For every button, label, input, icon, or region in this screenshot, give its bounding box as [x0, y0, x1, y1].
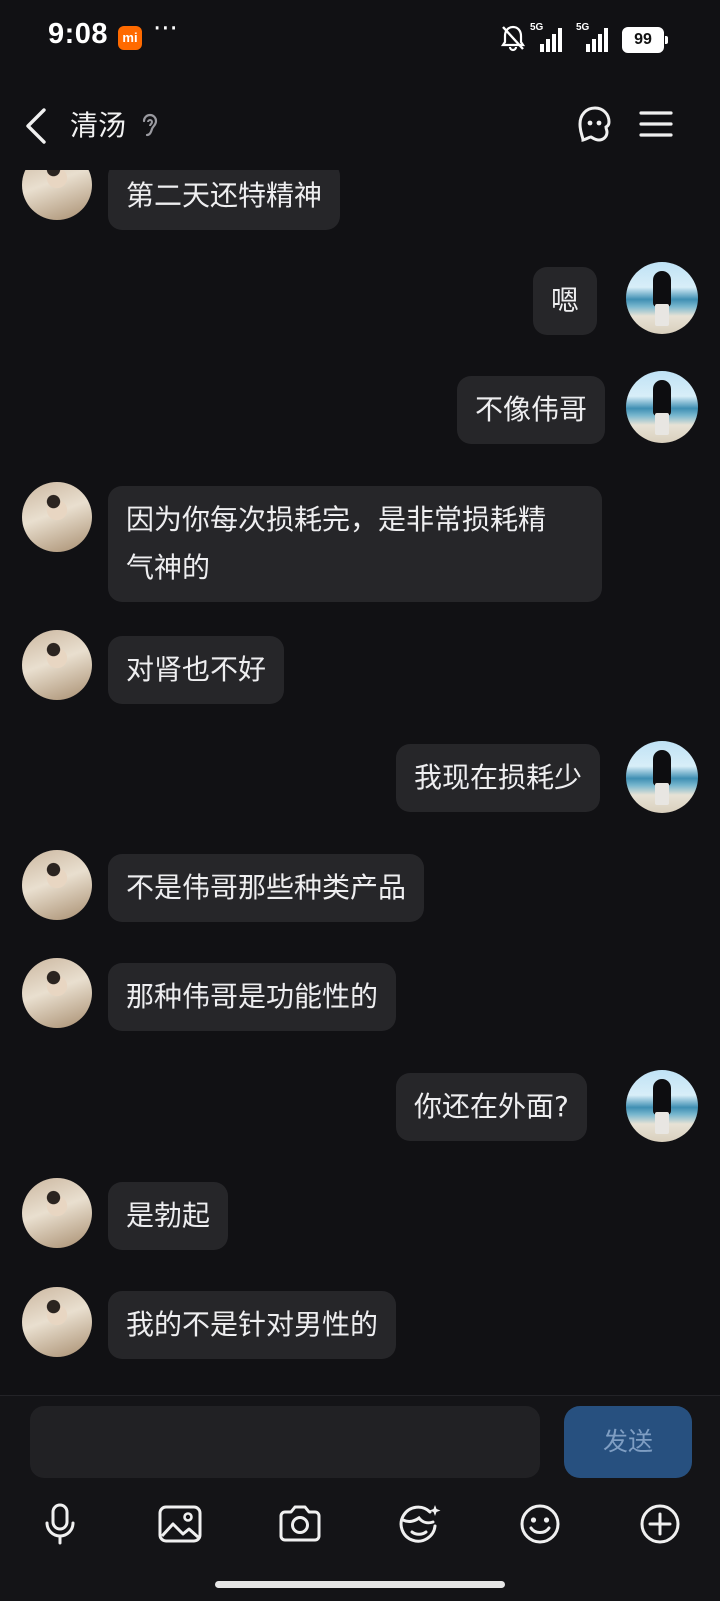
back-icon[interactable] — [22, 106, 50, 150]
message-bubble-outgoing[interactable]: 你还在外面? — [396, 1073, 587, 1141]
contact-avatar[interactable] — [22, 482, 92, 552]
user-avatar[interactable] — [626, 1070, 698, 1142]
contact-avatar[interactable] — [22, 1287, 92, 1357]
message-bubble-outgoing[interactable]: 我现在损耗少 — [396, 744, 601, 812]
bell-muted-icon — [500, 24, 526, 56]
message-bubble-outgoing[interactable]: 嗯 — [533, 267, 598, 335]
microphone-icon[interactable] — [34, 1498, 86, 1550]
home-indicator[interactable] — [215, 1581, 505, 1588]
plus-icon[interactable] — [634, 1498, 686, 1550]
message-input[interactable] — [30, 1406, 540, 1478]
message-bubble-outgoing[interactable]: 不像伟哥 — [457, 376, 606, 444]
send-button[interactable]: 发送 — [564, 1406, 692, 1478]
contact-avatar[interactable] — [22, 850, 92, 920]
more-notifications-icon: ··· — [153, 14, 178, 44]
message-bubble-incoming[interactable]: 我的不是针对男性的 — [108, 1291, 397, 1359]
contact-avatar[interactable] — [22, 958, 92, 1028]
message-bubble-incoming[interactable]: 对肾也不好 — [108, 636, 285, 704]
user-avatar[interactable] — [626, 262, 698, 334]
message-bubble-incoming[interactable]: 第二天还特精神 — [108, 162, 341, 230]
emoji-sticker-icon[interactable] — [394, 1498, 446, 1550]
message-bubble-incoming[interactable]: 是勃起 — [108, 1182, 229, 1250]
battery-icon: 99 — [622, 27, 668, 53]
image-icon[interactable] — [154, 1498, 206, 1550]
menu-icon[interactable] — [638, 108, 674, 144]
ghost-icon[interactable] — [574, 104, 616, 150]
signal-1-icon: 5G — [530, 22, 562, 52]
message-bubble-incoming[interactable]: 那种伟哥是功能性的 — [108, 963, 397, 1031]
user-avatar[interactable] — [626, 371, 698, 443]
user-avatar[interactable] — [626, 741, 698, 813]
message-bubble-incoming[interactable]: 因为你每次损耗完，是非常损耗精 气神的 — [108, 486, 602, 602]
mi-badge-icon: mi — [118, 26, 142, 50]
camera-icon[interactable] — [274, 1498, 326, 1550]
chat-title[interactable]: 清汤 — [70, 104, 126, 144]
status-time: 9:08 — [48, 18, 109, 50]
message-bubble-incoming[interactable]: 不是伟哥那些种类产品 — [108, 854, 425, 922]
contact-avatar[interactable] — [22, 630, 92, 700]
signal-2-icon: 5G — [576, 22, 608, 52]
ear-icon[interactable] — [140, 110, 160, 144]
smiley-icon[interactable] — [514, 1498, 566, 1550]
contact-avatar[interactable] — [22, 1178, 92, 1248]
